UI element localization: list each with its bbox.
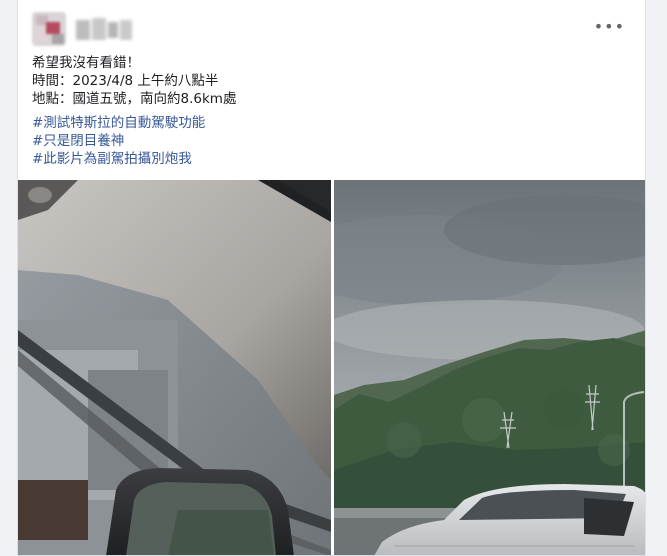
- post-line: 時間：2023/4/8 上午約八點半: [32, 73, 219, 89]
- author-avatar[interactable]: [32, 12, 66, 46]
- highway-mountain-photo[interactable]: [334, 180, 646, 556]
- post-media: [18, 180, 646, 556]
- hashtag-link[interactable]: #測試特斯拉的自動駕駛功能: [32, 114, 622, 132]
- hashtag-list: #測試特斯拉的自動駕駛功能 #只是閉目養神 #此影片為副駕拍攝別炮我: [32, 114, 622, 168]
- hashtag-link[interactable]: #只是閉目養神: [32, 132, 622, 150]
- post-text: 希望我沒有看錯！ 時間：2023/4/8 上午約八點半 地點：國道五號，南向約8…: [32, 54, 622, 168]
- post-line: 地點：國道五號，南向約8.6km處: [32, 91, 237, 107]
- post-header: •••: [18, 0, 645, 54]
- post-line: 希望我沒有看錯！: [32, 55, 140, 71]
- post-card: ••• 希望我沒有看錯！ 時間：2023/4/8 上午約八點半 地點：國道五號，…: [17, 0, 646, 556]
- car-interior-photo[interactable]: [18, 180, 331, 556]
- author-name-blurred[interactable]: [76, 16, 132, 44]
- hashtag-link[interactable]: #此影片為副駕拍攝別炮我: [32, 150, 622, 168]
- more-options-icon[interactable]: •••: [594, 19, 625, 35]
